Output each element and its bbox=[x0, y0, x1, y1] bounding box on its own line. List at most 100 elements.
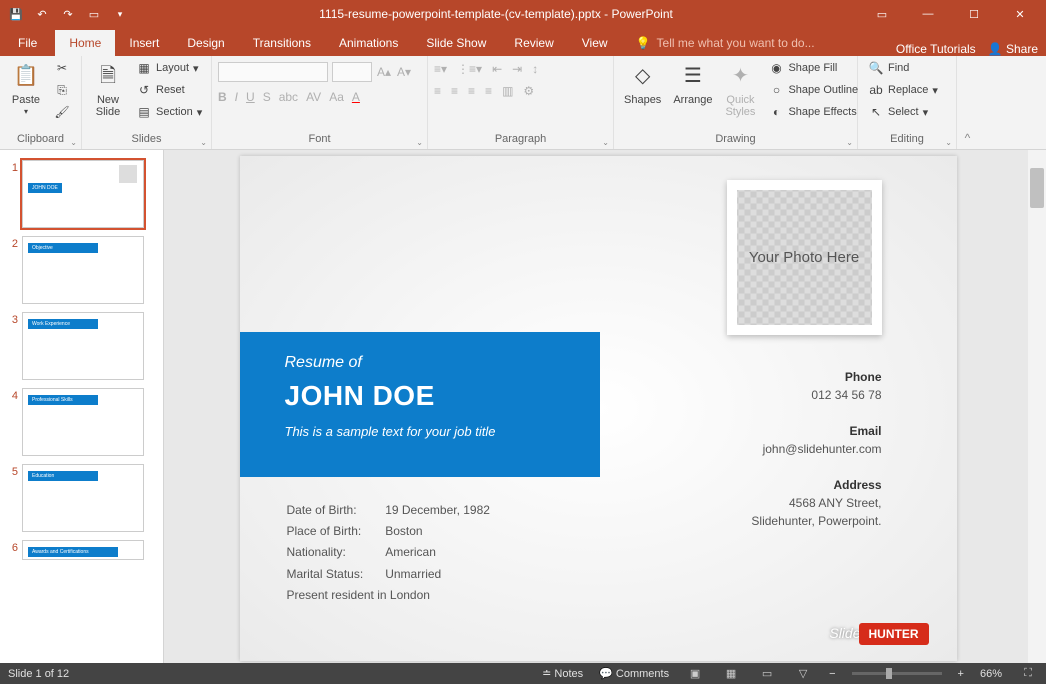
numbering-button[interactable]: ⋮≡▾ bbox=[457, 62, 482, 76]
zoom-level[interactable]: 66% bbox=[980, 668, 1002, 680]
close-icon[interactable]: ✕ bbox=[998, 0, 1042, 28]
thumb-2[interactable]: Objective bbox=[22, 236, 144, 304]
find-button[interactable]: 🔍Find bbox=[864, 58, 942, 78]
vertical-scrollbar[interactable] bbox=[1028, 150, 1046, 663]
photo-placeholder[interactable]: Your Photo Here bbox=[727, 180, 882, 335]
tab-animations[interactable]: Animations bbox=[325, 30, 412, 56]
shadow-button[interactable]: abc bbox=[279, 90, 298, 104]
quickstyles-icon: ✦ bbox=[724, 60, 756, 92]
office-tutorials[interactable]: Office Tutorials bbox=[896, 42, 976, 56]
grow-font-icon[interactable]: A▴ bbox=[376, 64, 392, 80]
thumb-5[interactable]: Education bbox=[22, 464, 144, 532]
paste-button[interactable]: 📋 Paste ▾ bbox=[6, 58, 46, 119]
slide-canvas[interactable]: Your Photo Here Resume of JOHN DOE This … bbox=[240, 156, 957, 661]
zoom-out-button[interactable]: − bbox=[829, 668, 835, 680]
reset-button[interactable]: ↺Reset bbox=[132, 80, 206, 100]
tab-design[interactable]: Design bbox=[173, 30, 238, 56]
shrink-font-icon[interactable]: A▾ bbox=[396, 64, 412, 80]
bold-button[interactable]: B bbox=[218, 90, 227, 104]
save-icon[interactable]: 💾 bbox=[4, 2, 28, 26]
zoom-slider[interactable] bbox=[852, 672, 942, 675]
status-bar: Slide 1 of 12 ≐ Notes 💬 Comments ▣ ▦ ▭ ▽… bbox=[0, 663, 1046, 684]
section-button[interactable]: ▤Section ▾ bbox=[132, 102, 206, 122]
layout-button[interactable]: ▦Layout ▾ bbox=[132, 58, 206, 78]
strike-button[interactable]: S bbox=[263, 90, 271, 104]
italic-button[interactable]: I bbox=[235, 90, 238, 104]
comments-button[interactable]: 💬 Comments bbox=[599, 667, 669, 680]
title-box[interactable]: Resume of JOHN DOE This is a sample text… bbox=[240, 332, 600, 477]
thumb-4[interactable]: Professional Skills bbox=[22, 388, 144, 456]
cut-button[interactable]: ✂ bbox=[50, 58, 74, 78]
ribbon-options-icon[interactable]: ▭ bbox=[860, 0, 904, 28]
shape-fill-button[interactable]: ◉Shape Fill bbox=[764, 58, 862, 78]
align-left-button[interactable]: ≡ bbox=[434, 84, 441, 98]
tell-me[interactable]: 💡 Tell me what you want to do... bbox=[622, 30, 829, 56]
start-slideshow-icon[interactable]: ▭ bbox=[82, 2, 106, 26]
zoom-in-button[interactable]: + bbox=[958, 668, 964, 680]
tab-insert[interactable]: Insert bbox=[115, 30, 173, 56]
spacing-button[interactable]: AV bbox=[306, 90, 321, 104]
contact-info[interactable]: Phone 012 34 56 78 Email john@slidehunte… bbox=[751, 368, 881, 530]
align-center-button[interactable]: ≡ bbox=[451, 84, 458, 98]
undo-icon[interactable]: ↶ bbox=[30, 2, 54, 26]
thumb-1[interactable]: JOHN DOE bbox=[22, 160, 144, 228]
redo-icon[interactable]: ↷ bbox=[56, 2, 80, 26]
search-icon: 🔍 bbox=[868, 60, 884, 76]
fit-window-icon[interactable]: ⛶ bbox=[1018, 666, 1038, 682]
group-paragraph: Paragraph bbox=[434, 131, 607, 149]
tab-view[interactable]: View bbox=[568, 30, 622, 56]
bullets-button[interactable]: ≡▾ bbox=[434, 62, 447, 76]
font-color-button[interactable]: A bbox=[352, 90, 360, 104]
slide-counter[interactable]: Slide 1 of 12 bbox=[8, 668, 69, 680]
underline-button[interactable]: U bbox=[246, 90, 255, 104]
arrange-button[interactable]: ☰Arrange bbox=[669, 58, 716, 108]
arrange-icon: ☰ bbox=[677, 60, 709, 92]
shapes-button[interactable]: ◇Shapes bbox=[620, 58, 665, 108]
shape-outline-button[interactable]: ○Shape Outline bbox=[764, 80, 862, 100]
justify-button[interactable]: ≡ bbox=[485, 84, 492, 98]
new-slide-icon: 🗎 bbox=[92, 60, 124, 92]
workspace: 1JOHN DOE 2Objective 3Work Experience 4P… bbox=[0, 150, 1046, 663]
sorter-view-icon[interactable]: ▦ bbox=[721, 666, 741, 682]
thumb-3[interactable]: Work Experience bbox=[22, 312, 144, 380]
qat-more-icon[interactable]: ▾ bbox=[108, 2, 132, 26]
shape-effects-button[interactable]: ◐Shape Effects bbox=[764, 102, 862, 122]
copy-icon: ⎘ bbox=[54, 82, 70, 98]
quick-styles-button[interactable]: ✦Quick Styles bbox=[720, 58, 760, 120]
tab-home[interactable]: Home bbox=[55, 30, 115, 56]
tab-slideshow[interactable]: Slide Show bbox=[412, 30, 500, 56]
tab-review[interactable]: Review bbox=[500, 30, 567, 56]
replace-button[interactable]: abReplace ▾ bbox=[864, 80, 942, 100]
indent-dec-button[interactable]: ⇤ bbox=[492, 62, 502, 76]
smartart-button[interactable]: ⚙ bbox=[523, 84, 534, 98]
group-clipboard: Clipboard bbox=[6, 131, 75, 149]
group-font: Font bbox=[218, 131, 421, 149]
normal-view-icon[interactable]: ▣ bbox=[685, 666, 705, 682]
case-button[interactable]: Aa bbox=[329, 90, 344, 104]
columns-button[interactable]: ▥ bbox=[502, 84, 513, 98]
text-direction-button[interactable]: ↕ bbox=[532, 62, 538, 76]
tab-transitions[interactable]: Transitions bbox=[239, 30, 325, 56]
slide-thumbnails[interactable]: 1JOHN DOE 2Objective 3Work Experience 4P… bbox=[0, 150, 164, 663]
notes-button[interactable]: ≐ Notes bbox=[542, 667, 583, 680]
slideshow-view-icon[interactable]: ▽ bbox=[793, 666, 813, 682]
new-slide-button[interactable]: 🗎 New Slide bbox=[88, 58, 128, 120]
copy-button[interactable]: ⎘ bbox=[50, 80, 74, 100]
share-button[interactable]: 👤 Share bbox=[988, 42, 1038, 56]
ribbon: 📋 Paste ▾ ✂ ⎘ 🖌 Clipboard 🗎 New Slide ▦L… bbox=[0, 56, 1046, 150]
align-right-button[interactable]: ≡ bbox=[468, 84, 475, 98]
reading-view-icon[interactable]: ▭ bbox=[757, 666, 777, 682]
indent-inc-button[interactable]: ⇥ bbox=[512, 62, 522, 76]
minimize-icon[interactable]: — bbox=[906, 0, 950, 28]
personal-info[interactable]: Date of Birth:19 December, 1982 Place of… bbox=[285, 499, 492, 607]
select-button[interactable]: ↖Select ▾ bbox=[864, 102, 942, 122]
replace-icon: ab bbox=[868, 82, 884, 98]
maximize-icon[interactable]: ☐ bbox=[952, 0, 996, 28]
collapse-ribbon-icon[interactable]: ^ bbox=[956, 56, 978, 149]
font-select[interactable] bbox=[218, 62, 328, 82]
tab-file[interactable]: File bbox=[0, 30, 55, 56]
thumb-6[interactable]: Awards and Certifications bbox=[22, 540, 144, 560]
photo-text: Your Photo Here bbox=[749, 249, 859, 266]
format-painter-button[interactable]: 🖌 bbox=[50, 102, 74, 122]
font-size-select[interactable] bbox=[332, 62, 372, 82]
